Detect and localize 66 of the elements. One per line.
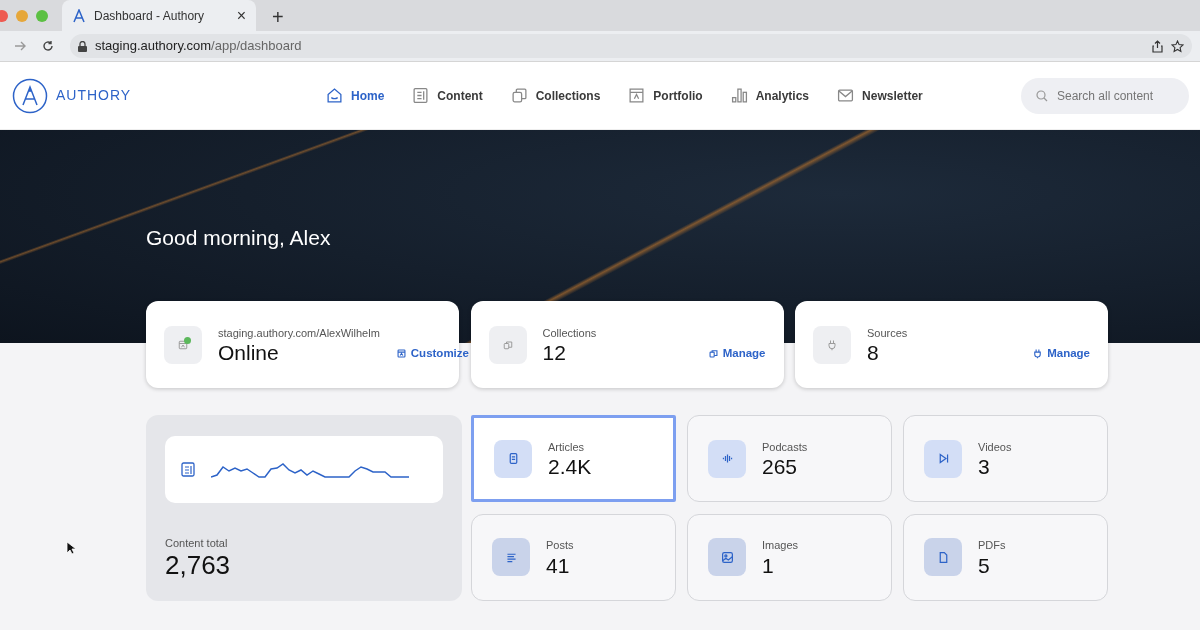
card-value: 2.4K [548,455,592,479]
layout-icon [628,87,646,104]
document-icon [412,87,430,104]
logo-icon[interactable] [12,77,48,114]
card-label: Collections [542,325,598,341]
home-icon [326,87,343,104]
copy-icon [707,347,719,359]
nav-tab[interactable]: Portfolio [653,86,703,105]
bookmark-star-icon[interactable] [1171,39,1184,53]
card-value: Online [218,341,280,365]
search-field[interactable]: Search all content [1021,77,1189,114]
share-icon[interactable] [1152,39,1163,53]
card-label: Videos [978,439,1012,455]
nav-tab[interactable]: Home [351,86,385,105]
close-tab-button[interactable]: × [236,3,246,28]
logo-icon [72,8,86,23]
card-label: Posts [546,538,574,554]
plug-icon [1032,347,1044,359]
content-type-card[interactable]: Videos 3 [903,415,1108,502]
url-text: staging.authory.com/app/dashboard [95,37,303,56]
brand-name[interactable]: AUTHORY [56,85,132,106]
new-tab-button[interactable]: + [272,7,284,27]
manage-link[interactable]: Manage [1032,344,1090,362]
manage-link[interactable]: Manage [707,344,766,362]
reload-icon[interactable] [42,40,54,52]
card-label: Articles [548,439,586,455]
card-value: 12 [542,341,567,365]
card-value: 1 [762,553,775,577]
browser-tab[interactable]: Dashboard - Authory × [62,0,256,31]
greeting: Good morning, Alex [146,225,332,251]
content-type-card[interactable]: Podcasts 265 [687,415,892,502]
card-label: Podcasts [762,439,808,455]
copy-icon [510,87,528,104]
card-label: staging.authory.com/AlexWilhelm [218,325,380,341]
address-bar[interactable]: staging.authory.com/app/dashboard [70,34,1192,58]
image-icon [720,550,734,564]
content-type-card[interactable]: Posts 41 [471,513,676,601]
manage-link[interactable]: Customize [395,344,469,362]
mouse-cursor-icon [66,541,76,555]
card-label: PDFs [978,538,1006,554]
card-value: 3 [978,455,991,479]
content-type-card[interactable]: PDFs 5 [903,513,1108,601]
nav-tab[interactable]: Content [437,86,483,105]
content-total-label: Content total [165,535,229,551]
nav-tab[interactable]: Newsletter [862,86,923,105]
nav-tab[interactable]: Analytics [755,86,810,105]
card-value: 5 [978,553,991,577]
card-value: 41 [546,553,571,577]
search-icon [1036,89,1048,102]
layout-icon [395,347,407,359]
card-value: 8 [867,341,880,365]
bar-chart-icon [730,87,748,104]
content-type-card[interactable]: Images 1 [687,513,892,601]
content-type-card[interactable]: Articles 2.4K [471,415,676,502]
document-icon [181,462,195,477]
soundwave-icon [720,452,734,465]
card-label: Images [762,538,799,554]
copy-icon [501,338,514,351]
content-total-value: 2,763 [165,551,232,580]
card-value: 265 [762,455,799,479]
nav-tab[interactable]: Collections [535,86,601,105]
card-label: Sources [867,325,909,341]
plug-icon [826,338,838,351]
envelope-icon [837,87,855,104]
lock-icon [78,40,87,52]
layout-icon [177,338,189,351]
